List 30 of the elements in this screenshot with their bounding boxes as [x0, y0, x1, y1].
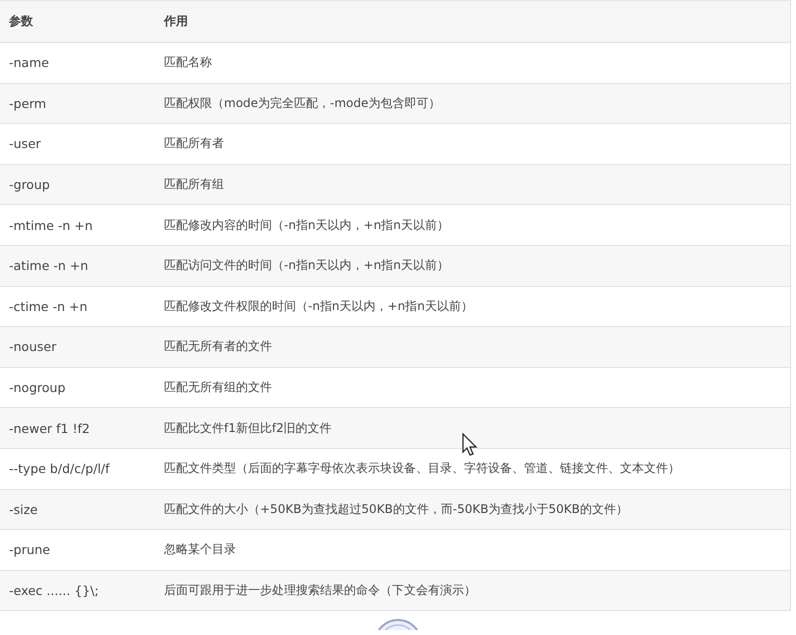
- table-cell-text: --type b/d/c/p/l/f: [8, 461, 111, 476]
- table-cell-text: -exec ...... {}\;: [8, 583, 100, 598]
- table-cell-text: -name: [8, 55, 50, 70]
- table-cell-text: 匹配文件类型（后面的字幕字母依次表示块设备、目录、字符设备、管道、链接文件、文本文件）: [163, 460, 680, 478]
- table-cell-text: -nogroup: [8, 380, 66, 396]
- table-cell-text: 后面可跟用于进一步处理搜索结果的命令（下文会有演示）: [163, 582, 476, 600]
- table-cell-text: 匹配权限（mode为完全匹配，-mode为包含即可）: [163, 94, 440, 112]
- table-cell-text: -user: [8, 136, 42, 152]
- table-cell-text: 匹配无所有组的文件: [163, 379, 272, 396]
- table-cell-text: 匹配名称: [163, 54, 212, 72]
- table-cell-text: 匹配访问文件的时间（-n指n天以内，+n指n天以前）: [163, 257, 449, 274]
- table-cell-text: 匹配所有组: [163, 176, 224, 194]
- table-cell-text: 匹配修改内容的时间（-n指n天以内，+n指n天以前）: [163, 216, 449, 234]
- table-cell-text: -ctime -n +n: [8, 298, 88, 314]
- column-header: 参数: [8, 13, 34, 30]
- table-cell-text: 忽略某个目录: [163, 541, 236, 558]
- table-cell-text: -mtime -n +n: [8, 218, 94, 233]
- table-cell-text: -perm: [8, 96, 48, 111]
- table-cell-text: 匹配比文件f1新但比f2旧的文件: [163, 420, 332, 437]
- column-header: 作用: [162, 13, 188, 30]
- table-cell-text: -atime -n +n: [8, 258, 90, 274]
- table-cell-text: 匹配修改文件权限的时间（-n指n天以内，+n指n天以前）: [163, 298, 473, 315]
- table-cell-text: 匹配无所有者的文件: [163, 338, 272, 356]
- table-cell-text: 匹配文件的大小（+50KB为查找超过50KB的文件，而-50KB为查找小于50KB的文件）: [163, 500, 628, 518]
- table-cell-text: -nouser: [8, 339, 58, 354]
- table-cell-text: -size: [8, 502, 39, 517]
- table-cell-text: -prune: [8, 542, 52, 558]
- table-cell-text: 匹配所有者: [163, 135, 224, 152]
- table-cell-text: -group: [8, 177, 51, 192]
- table-cell-text: -newer f1 !f2: [8, 420, 91, 436]
